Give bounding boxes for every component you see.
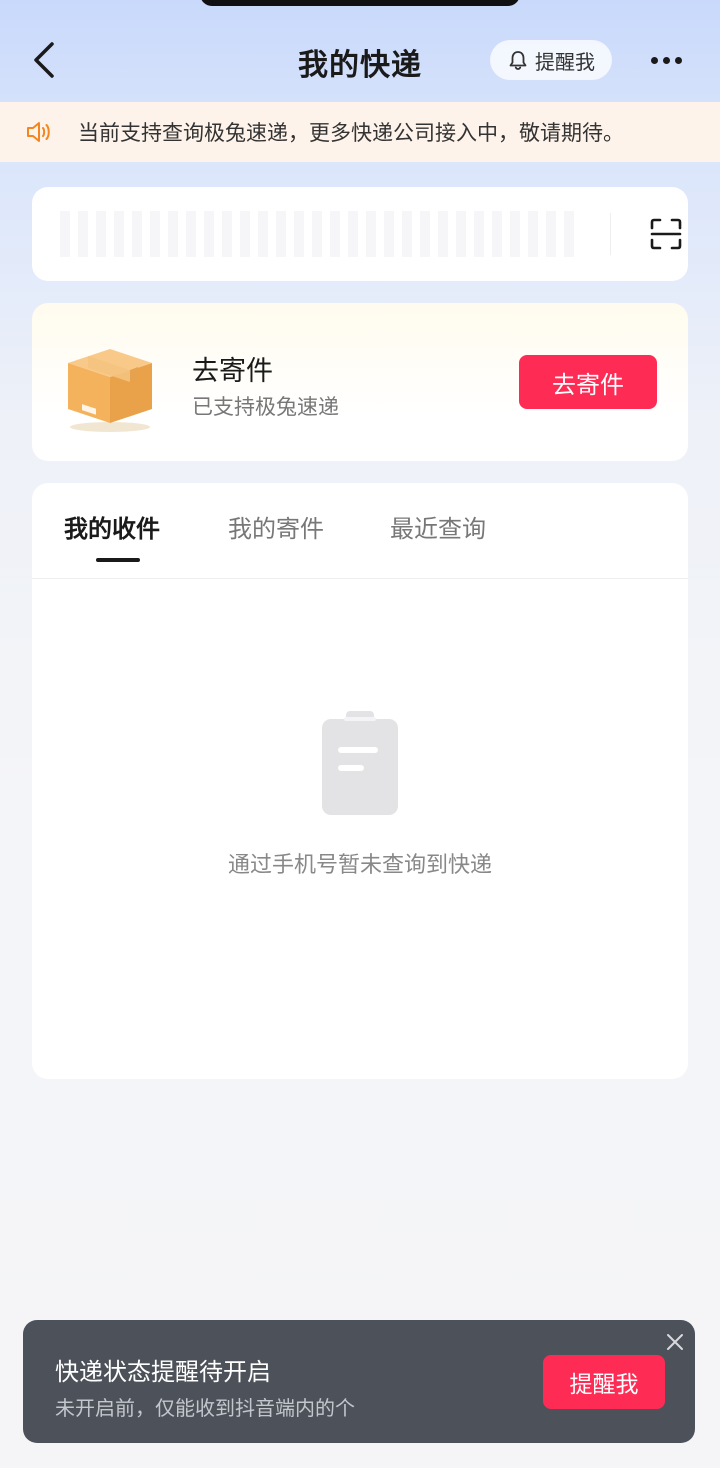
package-box-icon: [68, 349, 152, 432]
notice-text: 当前支持查询极兔速递，更多快递公司接入中，敬请期待。: [78, 121, 624, 145]
tab-my-received[interactable]: 我的收件: [64, 509, 160, 544]
nav-bar: 我的快递 提醒我: [0, 20, 720, 100]
send-parcel-card: 去寄件 已支持极兔速递 去寄件: [32, 303, 688, 461]
remind-me-button[interactable]: 提醒我: [490, 40, 612, 80]
empty-state-text: 通过手机号暂未查询到快递: [227, 853, 492, 878]
toast-subtitle: 未开启前，仅能收到抖音端内的个: [55, 1396, 355, 1420]
remind-me-label: 提醒我: [535, 49, 595, 74]
send-parcel-button[interactable]: 去寄件: [519, 355, 657, 409]
active-tab-indicator: [96, 558, 140, 562]
bell-icon: [509, 51, 527, 70]
parcel-list-card: 我的收件 我的寄件 最近查询 通过手机号暂未查询到快递: [32, 483, 688, 1079]
parcel-tabs: 我的收件 我的寄件 最近查询: [32, 483, 688, 579]
notice-banner: 当前支持查询极兔速递，更多快递公司接入中，敬请期待。: [0, 102, 720, 162]
tracking-search-card: [32, 187, 688, 281]
toast-remind-button[interactable]: 提醒我: [543, 1355, 665, 1409]
reminder-toast: 快递状态提醒待开启 未开启前，仅能收到抖音端内的个 提醒我: [23, 1320, 695, 1443]
more-dots-icon[interactable]: [644, 42, 688, 78]
speaker-icon: [27, 122, 50, 142]
send-card-title: 去寄件: [192, 356, 273, 387]
scan-button[interactable]: [620, 209, 712, 259]
send-card-subtitle: 已支持极兔速递: [192, 395, 339, 419]
page-title: 我的快递: [298, 48, 422, 83]
divider: [610, 213, 611, 255]
tab-my-sent[interactable]: 我的寄件: [228, 509, 324, 544]
close-icon[interactable]: [663, 1330, 687, 1354]
scan-icon: [650, 218, 682, 250]
tab-recent-queries[interactable]: 最近查询: [390, 509, 486, 544]
tracking-number-input[interactable]: [60, 211, 580, 257]
clipboard-icon: [322, 711, 398, 815]
camera-notch: [200, 0, 520, 6]
toast-title: 快递状态提醒待开启: [55, 1358, 271, 1386]
